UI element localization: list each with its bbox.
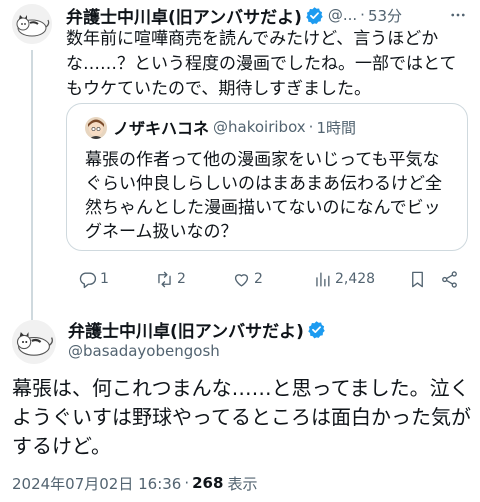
reply-icon	[79, 271, 97, 288]
heart-icon	[234, 273, 249, 287]
separator-dot: ·	[308, 118, 314, 136]
retweet-button[interactable]: 2	[155, 266, 186, 292]
main-tweet-meta: 2024年07月02日 16:36 · 268 表示	[12, 471, 257, 495]
share-icon	[442, 270, 457, 288]
quoted-tweet-card[interactable]: ノザキハコネ @hakoiribox · 1時間 幕張の作者って他の漫画家をいじ…	[66, 103, 468, 251]
quoted-tweet-header: ノザキハコネ @hakoiribox · 1時間	[113, 115, 356, 139]
views-count: 2,428	[335, 271, 376, 287]
bookmark-button[interactable]	[408, 266, 427, 292]
like-count: 2	[254, 271, 263, 287]
main-author-handle[interactable]: @basadayobengosh	[68, 342, 220, 360]
reply-button[interactable]: 1	[78, 266, 109, 292]
main-tweet-name-row: 弁護士中川卓(旧アンバサだよ)	[68, 316, 326, 342]
tweet-action-bar: 1 2 2 2,428	[66, 266, 470, 292]
tweet-time[interactable]: 53分	[368, 5, 402, 26]
cat-avatar-icon	[12, 320, 56, 364]
reply-tweet-header: 弁護士中川卓(旧アンバサだよ) @... · 53分	[66, 2, 468, 28]
bookmark-icon	[412, 271, 423, 287]
retweet-icon	[158, 271, 171, 287]
quoted-author-handle: @hakoiribox	[213, 118, 306, 136]
quoted-author-avatar	[85, 117, 107, 139]
author-name[interactable]: 弁護士中川卓(旧アンバサだよ)	[66, 3, 302, 28]
thread-line	[31, 50, 33, 320]
views-label: 表示	[227, 474, 258, 493]
views-button[interactable]: 2,428	[313, 266, 375, 292]
more-icon[interactable]	[448, 5, 468, 25]
quoted-tweet-text: 幕張の作者って他の漫画家をいじっても平気なぐらい仲良しらしいのはまあまあ伝わるけ…	[85, 150, 442, 242]
analytics-icon	[316, 271, 330, 287]
main-author-name[interactable]: 弁護士中川卓(旧アンバサだよ)	[68, 317, 304, 342]
retweet-count: 2	[177, 271, 186, 287]
author-avatar[interactable]	[12, 4, 52, 44]
quoted-tweet-time: 1時間	[316, 118, 356, 137]
separator-dot: ·	[360, 6, 365, 24]
author-handle[interactable]: @...	[328, 6, 357, 24]
reply-count: 1	[100, 271, 109, 287]
verified-badge-icon	[306, 6, 323, 24]
reply-tweet-text: 数年前に喧嘩商売を読んでみたけど、言うほどかな……？という程度の漫画でしたね。一…	[66, 29, 457, 99]
main-tweet-text: 幕張は、何これつまんな……と思ってました。泣くようぐいすは野球やってるところは面…	[12, 376, 471, 458]
tweet-timestamp[interactable]: 2024年07月02日 16:36	[12, 473, 181, 494]
separator-dot: ·	[184, 474, 190, 492]
views-number: 268	[192, 474, 224, 492]
like-button[interactable]: 2	[232, 266, 263, 292]
quoted-author-name: ノザキハコネ	[113, 119, 210, 138]
cat-avatar-icon	[12, 4, 52, 44]
verified-badge-icon	[308, 320, 325, 338]
main-author-avatar[interactable]	[12, 320, 56, 364]
share-button[interactable]	[440, 266, 459, 292]
character-avatar-icon	[85, 117, 107, 139]
